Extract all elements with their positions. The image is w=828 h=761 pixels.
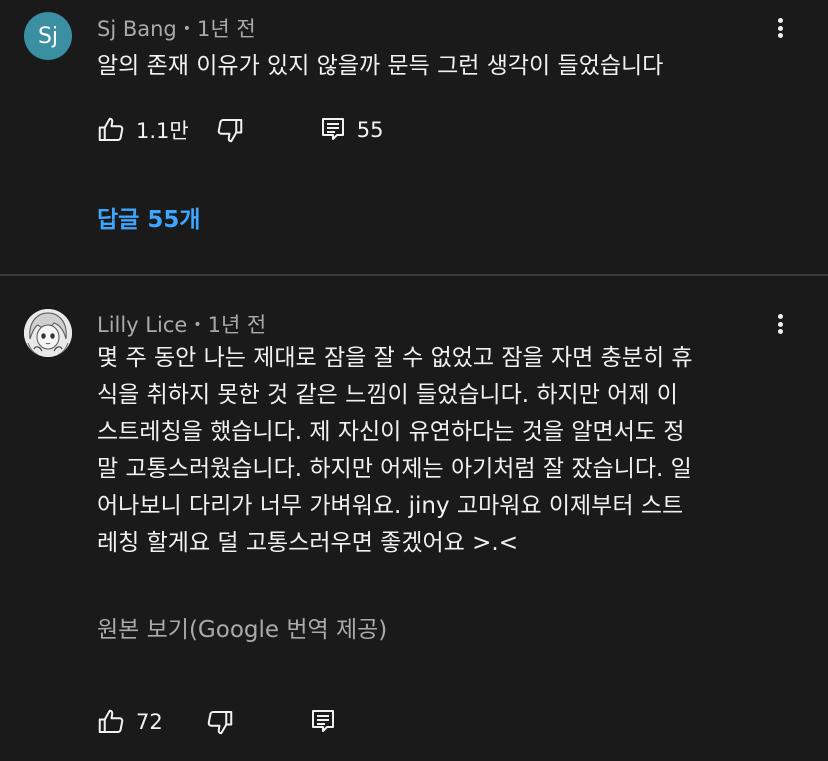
thumbs-up-icon bbox=[96, 707, 126, 737]
author-name[interactable]: Sj Bang bbox=[97, 17, 177, 41]
comment-actions: 72 bbox=[96, 706, 335, 738]
comment-text: 몇 주 동안 나는 제대로 잠을 잘 수 없었고 잠을 자면 충분히 휴 식을 … bbox=[97, 345, 693, 556]
separator-dot: • bbox=[193, 317, 202, 333]
comment-meta: Lilly Lice • 1년 전 bbox=[97, 309, 266, 339]
reply-button[interactable] bbox=[311, 709, 335, 735]
reply-count: 55 bbox=[356, 118, 384, 142]
comment-icon bbox=[321, 117, 345, 143]
separator-dot: • bbox=[182, 21, 192, 37]
timestamp[interactable]: 1년 전 bbox=[208, 313, 267, 337]
thumbs-down-icon bbox=[205, 707, 235, 737]
anime-avatar-image bbox=[24, 309, 72, 357]
avatar[interactable] bbox=[24, 309, 72, 357]
more-options-icon[interactable] bbox=[768, 12, 792, 44]
dislike-button[interactable] bbox=[205, 707, 235, 737]
like-count: 72 bbox=[136, 710, 163, 734]
timestamp[interactable]: 1년 전 bbox=[197, 17, 256, 41]
view-replies-button[interactable]: 답글 55개 bbox=[97, 200, 201, 234]
like-button[interactable]: 1.1만 bbox=[96, 115, 189, 145]
comment-actions: 1.1만 55 bbox=[96, 114, 383, 146]
thumbs-up-icon bbox=[96, 115, 126, 145]
comment-meta: Sj Bang • 1년 전 bbox=[97, 13, 256, 43]
comment-icon bbox=[311, 709, 335, 735]
like-button[interactable]: 72 bbox=[96, 707, 163, 737]
avatar-initials: Sj bbox=[37, 23, 59, 49]
see-original-button[interactable]: 원본 보기(Google 번역 제공) bbox=[97, 610, 387, 644]
more-options-icon[interactable] bbox=[768, 308, 792, 340]
thumbs-down-icon bbox=[215, 115, 245, 145]
comment-item: Lilly Lice • 1년 전 몇 주 동안 나는 제대로 잠을 잘 수 없었고… bbox=[0, 276, 828, 761]
reply-button[interactable]: 55 bbox=[321, 117, 384, 143]
like-count: 1.1만 bbox=[136, 119, 189, 143]
dislike-button[interactable] bbox=[215, 115, 245, 145]
avatar[interactable]: Sj bbox=[24, 12, 72, 60]
author-name[interactable]: Lilly Lice bbox=[97, 313, 187, 337]
comment-text: 알의 존재 이유가 있지 않을까 문득 그런 생각이 들었습니다 bbox=[97, 53, 664, 79]
comment-item: Sj Sj Bang • 1년 전 알의 존재 이유가 있지 않을까 문득 그런 생… bbox=[0, 0, 828, 274]
